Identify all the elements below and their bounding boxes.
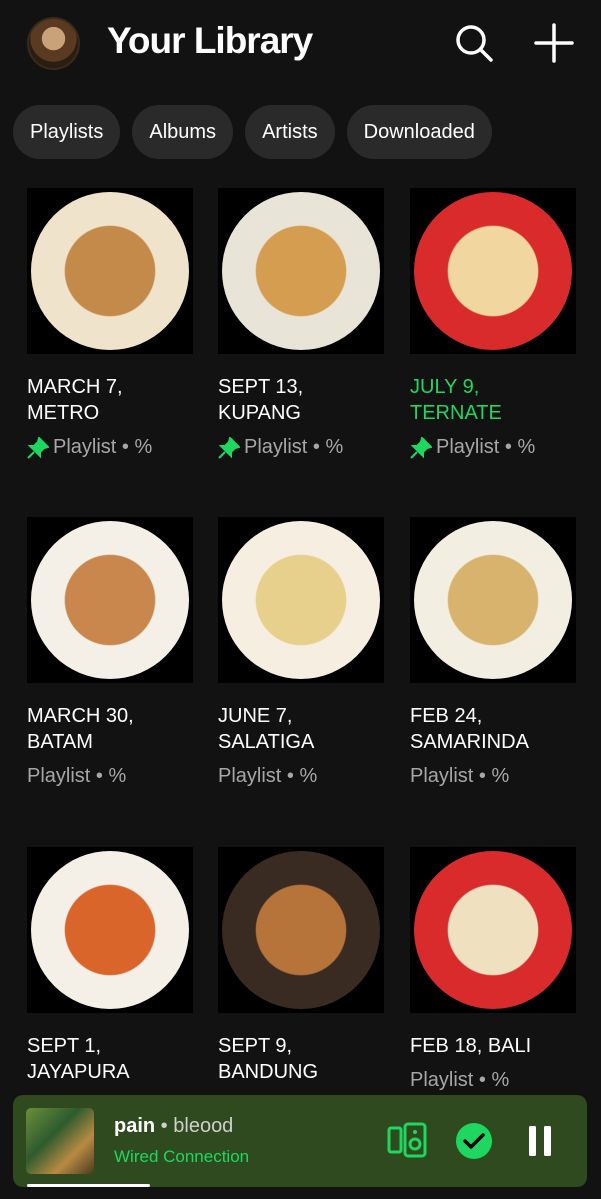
playlist-meta: Playlist • % [218, 765, 384, 788]
playlist-cover[interactable] [218, 517, 384, 683]
playlist-cover[interactable] [218, 188, 384, 354]
track-title: pain [114, 1115, 156, 1137]
playback-progress[interactable] [27, 1184, 150, 1187]
ramen-bowl-image [31, 192, 189, 350]
playlist-type: Playlist • % [53, 436, 153, 458]
playlist-card[interactable]: SEPT 9, BANDUNG [218, 847, 384, 1085]
playlist-type: Playlist • % [410, 1069, 510, 1091]
playlist-card[interactable]: MARCH 30, BATAM Playlist • % [27, 517, 193, 788]
playlist-cover[interactable] [218, 847, 384, 1013]
playlist-type: Playlist • % [244, 436, 344, 458]
pause-icon[interactable] [526, 1124, 554, 1158]
playlist-title-line: SEPT 1, [27, 1035, 102, 1057]
playlist-title-line: BATAM [27, 731, 93, 753]
pin-icon [218, 436, 240, 459]
ramen-bowl-image [414, 851, 572, 1009]
pin-icon [410, 436, 432, 459]
playlist-card[interactable]: JUNE 7, SALATIGA Playlist • % [218, 517, 384, 788]
playlist-cover[interactable] [27, 188, 193, 354]
ramen-bowl-image [222, 521, 380, 679]
playlist-title-line: MARCH 30, [27, 705, 134, 727]
playlist-title-line: MARCH 7, [27, 376, 123, 398]
playlist-title: FEB 18, BALI [410, 1033, 576, 1059]
playlist-meta: Playlist • % [410, 1069, 576, 1092]
search-icon[interactable] [453, 22, 495, 64]
ramen-bowl-image [31, 851, 189, 1009]
playlist-title-line: JULY 9, [410, 376, 480, 398]
library-grid: MARCH 7, METRO Playlist • % SEPT 13, KUPANG P… [0, 170, 601, 1100]
playlist-title-line: METRO [27, 402, 100, 424]
playlist-title-line: SALATIGA [218, 731, 315, 753]
chip-playlists[interactable]: Playlists [13, 105, 121, 159]
playlist-type: Playlist • % [436, 436, 536, 458]
playlist-title: JULY 9, TERNATE [410, 374, 576, 426]
playlist-type: Playlist • % [218, 765, 318, 787]
playlist-cover[interactable] [27, 847, 193, 1013]
playlist-title-line: JUNE 7, [218, 705, 293, 727]
playlist-cover[interactable] [410, 188, 576, 354]
playlist-cover[interactable] [410, 847, 576, 1013]
track-separator: • [155, 1115, 174, 1137]
ramen-bowl-image [414, 521, 572, 679]
chip-artists[interactable]: Artists [245, 105, 335, 159]
playlist-title-line: SEPT 9, [218, 1035, 293, 1057]
playlist-title-line: FEB 24, [410, 705, 483, 727]
track-artist: bleood [173, 1115, 234, 1137]
ramen-bowl-image [31, 521, 189, 679]
playlist-card[interactable]: SEPT 1, JAYAPURA [27, 847, 193, 1085]
playlist-title: FEB 24, SAMARINDA [410, 703, 576, 755]
filter-chips: Playlists Albums Artists Downloaded [13, 105, 492, 159]
playlist-cover[interactable] [410, 517, 576, 683]
playlist-title-line: KUPANG [218, 402, 301, 424]
playlist-meta: Playlist • % [410, 436, 576, 459]
connect-device-icon[interactable] [387, 1122, 429, 1160]
playlist-meta: Playlist • % [410, 765, 576, 788]
chip-albums[interactable]: Albums [132, 105, 234, 159]
playlist-title-line: SEPT 13, [218, 376, 304, 398]
playlist-title: MARCH 7, METRO [27, 374, 193, 426]
playlist-card[interactable]: FEB 18, BALI Playlist • % [410, 847, 576, 1092]
playlist-meta: Playlist • % [218, 436, 384, 459]
library-header: Your Library [0, 0, 601, 92]
playlist-title: SEPT 1, JAYAPURA [27, 1033, 193, 1085]
plus-icon[interactable] [533, 22, 575, 64]
playlist-title-line: BANDUNG [218, 1061, 319, 1083]
playlist-title: MARCH 30, BATAM [27, 703, 193, 755]
saved-check-icon[interactable] [455, 1122, 493, 1160]
chip-downloaded[interactable]: Downloaded [346, 105, 492, 159]
playlist-meta: Playlist • % [27, 765, 193, 788]
playlist-title-line: JAYAPURA [27, 1061, 130, 1083]
pin-icon [27, 436, 49, 459]
page-title: Your Library [107, 20, 313, 61]
playlist-title-line: TERNATE [410, 402, 502, 424]
ramen-bowl-image [222, 851, 380, 1009]
playlist-meta: Playlist • % [27, 436, 193, 459]
playlist-type: Playlist • % [410, 765, 510, 787]
now-playing-bar[interactable]: pain • bleood Wired Connection [13, 1095, 587, 1187]
playlist-card[interactable]: FEB 24, SAMARINDA Playlist • % [410, 517, 576, 788]
playlist-cover[interactable] [27, 517, 193, 683]
playlist-card[interactable]: MARCH 7, METRO Playlist • % [27, 188, 193, 459]
user-avatar[interactable] [27, 17, 80, 70]
ramen-bowl-image [414, 192, 572, 350]
playlist-card[interactable]: SEPT 13, KUPANG Playlist • % [218, 188, 384, 459]
playlist-title: JUNE 7, SALATIGA [218, 703, 384, 755]
playlist-title: SEPT 13, KUPANG [218, 374, 384, 426]
device-label[interactable]: Wired Connection [114, 1147, 249, 1167]
playlist-card[interactable]: JULY 9, TERNATE Playlist • % [410, 188, 576, 459]
playlist-title-line: FEB 18, BALI [410, 1035, 532, 1057]
track-info[interactable]: pain • bleood [114, 1115, 233, 1138]
ramen-bowl-image [222, 192, 380, 350]
playlist-title-line: SAMARINDA [410, 731, 529, 753]
playlist-title: SEPT 9, BANDUNG [218, 1033, 384, 1085]
album-art[interactable] [26, 1108, 94, 1174]
playlist-type: Playlist • % [27, 765, 127, 787]
